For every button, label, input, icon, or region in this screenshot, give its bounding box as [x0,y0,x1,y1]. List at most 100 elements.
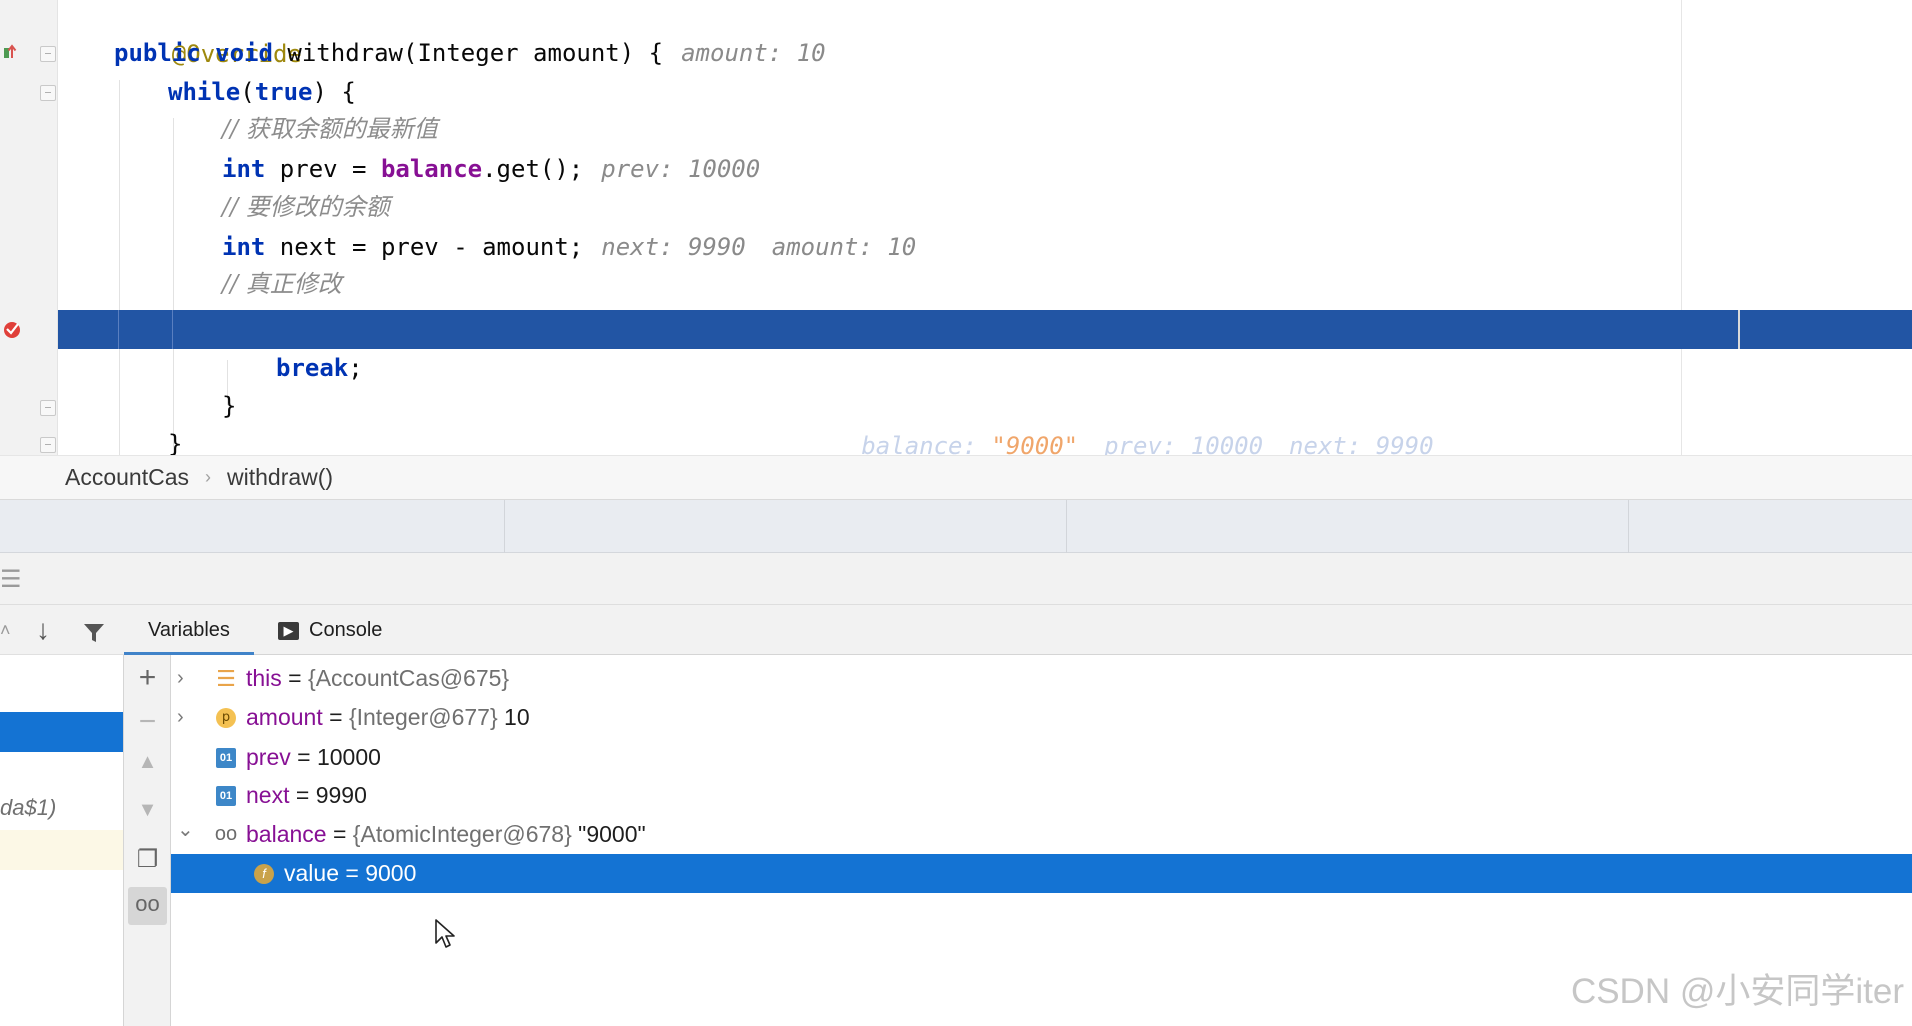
breadcrumb-method[interactable]: withdraw() [227,464,333,491]
fold-marker[interactable] [40,85,56,101]
tab-variables[interactable]: Variables [124,605,254,655]
filter-icon[interactable] [82,621,106,645]
inline-debug-value: amount: 10 [771,233,917,261]
frames-panel: ˄ ↓ da$1) [0,605,124,1026]
indent-guide [172,310,173,349]
layout-lines-icon[interactable]: ☰ [0,565,21,594]
parameter-icon: p [216,708,236,728]
current-execution-line[interactable]: if(balance.compareAndSet(prev, next)) {b… [58,310,1912,455]
frame-item-label[interactable]: da$1) [0,795,56,821]
variable-value: 10000 [316,744,381,770]
keyword: public [114,39,201,67]
code-comment: // 获取余额的最新值 [222,115,438,143]
code-line[interactable]: // 获取余额的最新值 [58,110,1912,149]
remove-watch-icon[interactable]: − [124,705,171,739]
variable-value: 9990 [315,782,367,808]
breadcrumb: AccountCas › withdraw() [0,455,1912,500]
code-text: next = prev - amount; [265,233,584,261]
variable-name: next [246,782,290,808]
console-icon: ▶ [278,621,299,640]
keyword: break [276,354,349,382]
code-line[interactable]: int prev = balance.get(); prev: 10000 [58,150,1912,189]
field-reference: balance [380,155,483,183]
code-text: prev = [265,155,381,183]
arrow-up-icon[interactable]: ˄ [0,615,11,645]
variable-name: value [284,860,339,886]
variable-row[interactable]: ⌄ oo balance = {AtomicInteger@678} "9000… [171,815,1912,854]
code-text: ( [240,78,255,106]
variable-value: 9000 [365,860,417,886]
variable-eq: = [281,665,309,691]
variables-toolbar: + − ▲ ▼ ❐ oo [124,655,171,1026]
editor-gutter[interactable] [0,0,58,455]
right-margin-guide [1738,310,1740,349]
keyword: true [254,78,313,106]
chevron-right-icon: › [205,467,212,487]
variable-type: {Integer@677} [348,704,498,730]
keyword: int [222,155,266,183]
keyword: while [168,78,241,106]
code-line[interactable]: // 真正修改 [58,265,1912,304]
variable-eq: = [326,821,353,847]
frame-item-selected[interactable] [0,712,123,752]
stripe-divider [504,500,505,553]
code-text: ; [348,354,363,382]
fold-marker[interactable] [40,46,56,62]
add-watch-icon[interactable]: + [124,661,171,695]
code-text: } [222,392,237,420]
override-method-icon[interactable] [2,42,18,62]
breadcrumb-class[interactable]: AccountCas [65,464,189,491]
code-text: withdraw(Integer amount) { [272,39,664,67]
variable-name: prev [246,744,291,770]
code-comment: // 要修改的余额 [222,193,390,221]
stripe-divider [1066,500,1067,553]
watch-icon: oo [214,823,238,845]
copy-icon[interactable]: ❐ [124,845,171,874]
breakpoint-icon[interactable] [2,318,24,340]
code-text: .get(); [482,155,584,183]
primitive-icon: 01 [216,748,236,768]
code-line[interactable]: public void withdraw(Integer amount) {am… [58,34,1912,73]
chevron-right-icon[interactable]: › [177,698,184,737]
inline-debug-value: prev: 10000 [601,155,761,183]
variable-row[interactable]: › p amount = {Integer@677} 10 [171,698,1912,737]
variable-eq: = [338,860,366,886]
code-line[interactable]: int next = prev - amount; next: 9990 amoun… [58,228,1912,267]
variable-type: {AtomicInteger@678} [352,821,572,847]
watermark: CSDN @小安同学iter [1570,972,1904,1011]
variable-row-selected[interactable]: f value = 9000 [171,854,1912,893]
variable-name: amount [246,704,323,730]
field-icon: f [254,864,274,884]
chevron-right-icon[interactable]: › [177,659,184,698]
debug-toolbar: ☰ [0,553,1912,605]
inline-debug-value: amount: 10 [681,39,826,67]
move-up-icon[interactable]: ▲ [124,751,171,774]
arrow-down-icon[interactable]: ↓ [36,615,50,645]
code-editor[interactable]: @Override public void withdraw(Integer a… [0,0,1912,455]
code-line[interactable]: // 要修改的余额 [58,188,1912,227]
variable-row[interactable]: › ☰ this = {AccountCas@675} [171,659,1912,698]
mouse-cursor-icon [435,919,455,948]
variable-name: balance [246,821,327,847]
variable-value: 10 [497,704,530,730]
chevron-down-icon[interactable]: ⌄ [177,811,194,850]
code-line[interactable]: @Override [58,0,1912,68]
variable-eq: = [289,782,316,808]
variable-row[interactable]: 01 next = 9990 [171,776,1912,815]
variable-type: {AccountCas@675} [308,665,510,691]
inline-debug-value: next: 9990 [601,233,746,261]
fold-marker[interactable] [40,437,56,453]
show-watches-icon[interactable]: oo [124,891,171,917]
code-line[interactable]: break; [58,349,1912,388]
fold-marker[interactable] [40,400,56,416]
tab-console[interactable]: ▶ Console [254,605,406,655]
code-line[interactable]: while(true) { [58,73,1912,112]
variable-row[interactable]: 01 prev = 10000 [171,738,1912,777]
tab-label: Variables [148,619,230,641]
code-line[interactable]: } [58,425,1912,455]
code-line[interactable]: } [58,387,1912,426]
variable-name: this [246,665,282,691]
move-down-icon[interactable]: ▼ [124,799,171,822]
frame-item[interactable] [0,830,123,870]
indent-guide [118,310,119,349]
